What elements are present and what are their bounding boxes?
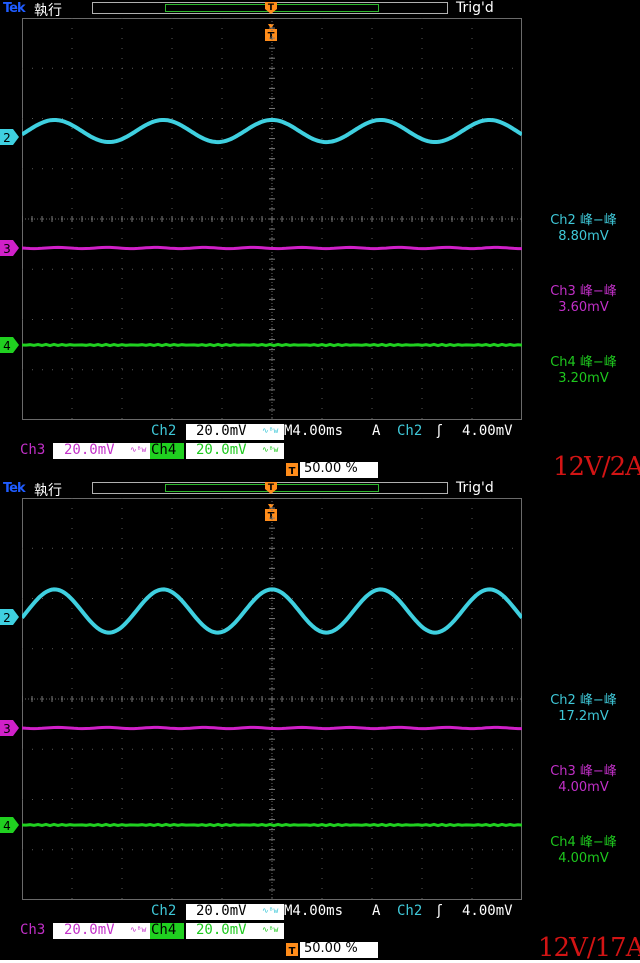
test-condition-caption: 12V/2A — [553, 452, 640, 482]
trigger-mode: A — [372, 423, 381, 439]
trigger-position-t-icon: T — [286, 463, 298, 476]
timebase[interactable]: M4.00ms — [284, 423, 343, 439]
trigger-mode: A — [372, 903, 381, 919]
trigger-position[interactable]: 50.00 % — [304, 941, 358, 956]
ch3-label[interactable]: Ch3 — [20, 922, 45, 938]
measurement-label: Ch4 峰−峰 — [550, 355, 617, 370]
waveform-display — [22, 18, 522, 420]
trigger-level[interactable]: 4.00mV — [462, 423, 513, 439]
ch3-scale[interactable]: 20.0mV — [64, 442, 115, 458]
svg-text:3: 3 — [3, 242, 11, 256]
measurement-label: Ch2 峰−峰 — [550, 693, 617, 708]
waveform-display — [22, 498, 522, 900]
measurement-value: 3.20mV — [558, 371, 609, 386]
measurement-value: 3.60mV — [558, 300, 609, 315]
trigger-position-t-icon: T — [286, 943, 298, 956]
ch3-marker-icon: 3 — [0, 720, 19, 736]
ch2-marker-icon: 2 — [0, 609, 19, 625]
ch4-waveform — [22, 342, 522, 348]
bandwidth-limit-icon: ∿ᴮw — [262, 906, 279, 915]
svg-text:T: T — [289, 466, 296, 476]
ch3-label[interactable]: Ch3 — [20, 442, 45, 458]
measurement-label: Ch3 峰−峰 — [550, 284, 617, 299]
scope-top-bar: Tek 執行 T Trig'd — [0, 0, 640, 19]
ch4-marker-icon: 4 — [0, 337, 19, 353]
ch2-label[interactable]: Ch2 — [151, 903, 176, 919]
ch2-marker-icon: 2 — [0, 129, 19, 145]
svg-text:T: T — [289, 946, 296, 956]
ch4-label[interactable]: Ch4 — [151, 442, 176, 458]
bandwidth-limit-icon: ∿ᴮw — [130, 925, 147, 934]
graticule-area — [22, 498, 522, 900]
svg-text:T: T — [268, 3, 275, 13]
ch2-scale[interactable]: 20.0mV — [196, 903, 247, 919]
status-row-1: Ch2 20.0mV ∿ᴮw M4.00ms A Ch2 ʃ 4.00mV — [0, 423, 640, 441]
svg-text:2: 2 — [3, 611, 11, 625]
ch3-scale[interactable]: 20.0mV — [64, 922, 115, 938]
trigger-level[interactable]: 4.00mV — [462, 903, 513, 919]
run-status: 執行 — [34, 3, 62, 19]
ch2-waveform — [22, 587, 522, 635]
measurement-value: 8.80mV — [558, 229, 609, 244]
measurement-value: 4.00mV — [558, 851, 609, 866]
status-row-3: T 50.00 % — [0, 461, 640, 479]
test-condition-caption: 12V/17A — [538, 933, 640, 963]
brand-logo: Tek — [3, 481, 26, 496]
rising-edge-icon: ʃ — [437, 423, 442, 439]
ch2-scale[interactable]: 20.0mV — [196, 423, 247, 439]
ch2-pk2pk-measurement: Ch2 峰−峰 17.2mV — [527, 693, 640, 725]
status-row-1: Ch2 20.0mV ∿ᴮw M4.00ms A Ch2 ʃ 4.00mV — [0, 903, 640, 921]
ch4-scale[interactable]: 20.0mV — [196, 922, 247, 938]
measurement-value: 17.2mV — [558, 709, 609, 724]
trigger-position-icon: T — [265, 2, 277, 14]
measurement-label: Ch4 峰−峰 — [550, 835, 617, 850]
trigger-position-icon: T — [265, 482, 277, 494]
timebase[interactable]: M4.00ms — [284, 903, 343, 919]
ch3-pk2pk-measurement: Ch3 峰−峰 4.00mV — [527, 764, 640, 796]
scope-screen-bottom: Tek 執行 T Trig'd T 2 3 4 Ch2 峰−峰 17.2mV C… — [0, 480, 640, 960]
svg-text:4: 4 — [3, 819, 11, 833]
ch3-waveform — [22, 245, 522, 251]
trigger-source[interactable]: Ch2 — [397, 423, 422, 439]
trigger-source[interactable]: Ch2 — [397, 903, 422, 919]
scope-top-bar: Tek 執行 T Trig'd — [0, 480, 640, 499]
bandwidth-limit-icon: ∿ᴮw — [130, 445, 147, 454]
svg-text:4: 4 — [3, 339, 11, 353]
bandwidth-limit-icon: ∿ᴮw — [262, 445, 279, 454]
ch3-pk2pk-measurement: Ch3 峰−峰 3.60mV — [527, 284, 640, 316]
measurement-label: Ch3 峰−峰 — [550, 764, 617, 779]
scope-screen-top: Tek 執行 T Trig'd T 2 3 4 Ch2 峰−峰 8.80mV C… — [0, 0, 640, 480]
brand-logo: Tek — [3, 1, 26, 16]
ch4-scale[interactable]: 20.0mV — [196, 442, 247, 458]
bandwidth-limit-icon: ∿ᴮw — [262, 426, 279, 435]
svg-text:3: 3 — [3, 722, 11, 736]
svg-text:T: T — [268, 483, 275, 493]
trigger-position[interactable]: 50.00 % — [304, 461, 358, 476]
measurement-value: 4.00mV — [558, 780, 609, 795]
trigger-state: Trig'd — [456, 0, 494, 16]
svg-text:2: 2 — [3, 131, 11, 145]
status-row-2: Ch3 20.0mV ∿ᴮw Ch4 20.0mV ∿ᴮw — [0, 442, 640, 460]
bandwidth-limit-icon: ∿ᴮw — [262, 925, 279, 934]
ch4-label[interactable]: Ch4 — [151, 922, 176, 938]
trigger-state: Trig'd — [456, 480, 494, 496]
ch4-pk2pk-measurement: Ch4 峰−峰 3.20mV — [527, 355, 640, 387]
measurement-label: Ch2 峰−峰 — [550, 213, 617, 228]
rising-edge-icon: ʃ — [437, 903, 442, 919]
ch4-waveform — [22, 822, 522, 828]
graticule-area — [22, 18, 522, 420]
ch4-marker-icon: 4 — [0, 817, 19, 833]
ch3-marker-icon: 3 — [0, 240, 19, 256]
run-status: 執行 — [34, 483, 62, 499]
ch2-pk2pk-measurement: Ch2 峰−峰 8.80mV — [527, 213, 640, 245]
ch4-pk2pk-measurement: Ch4 峰−峰 4.00mV — [527, 835, 640, 867]
ch2-label[interactable]: Ch2 — [151, 423, 176, 439]
ch3-waveform — [22, 725, 522, 731]
